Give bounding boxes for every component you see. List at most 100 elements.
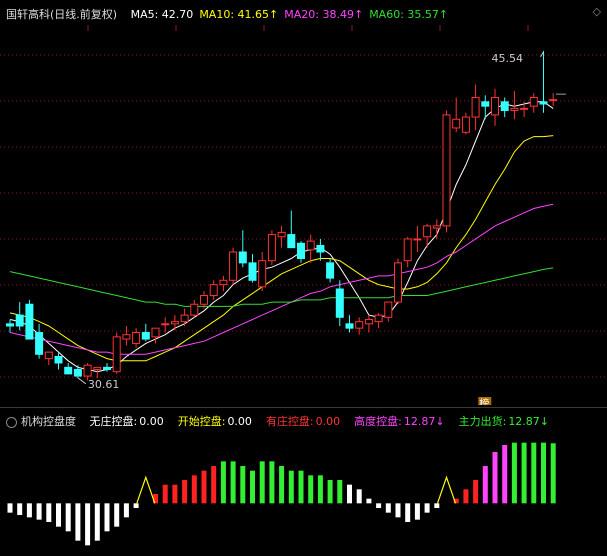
candle xyxy=(394,258,402,305)
indicator-value-1: 开始控盘: 0.00 xyxy=(177,415,252,428)
indicator-toggle-icon[interactable] xyxy=(6,416,17,428)
candle-body xyxy=(529,96,538,107)
indicator-bar xyxy=(405,503,411,522)
candle xyxy=(219,275,228,292)
indicator-bar xyxy=(46,503,52,522)
candle xyxy=(151,327,160,344)
indicator-bar xyxy=(220,461,226,504)
candle-body xyxy=(132,332,141,344)
candle xyxy=(25,299,34,340)
indicator-bar xyxy=(114,503,120,527)
candle xyxy=(539,50,548,113)
candle xyxy=(316,238,325,261)
candle-body xyxy=(122,334,131,340)
indicator-bar xyxy=(356,489,362,504)
indicator-bar xyxy=(511,442,517,504)
indicator-name[interactable]: 机构控盘度 xyxy=(21,415,76,428)
candle xyxy=(403,236,412,268)
indicator-values: 无庄控盘: 0.00 开始控盘: 0.00 有庄控盘: 0.00 高度控盘: 12.87↓ 主力… xyxy=(90,415,564,428)
indicator-bar xyxy=(279,466,285,504)
indicator-bar xyxy=(230,461,236,504)
ma-indicators: MA5: 42.70 MA10: 41.65↑ MA20: 38.49↑ MA60: … xyxy=(131,8,455,21)
candle-body xyxy=(316,244,325,253)
candle xyxy=(461,112,470,135)
candle-body xyxy=(170,321,179,325)
indicator-bar xyxy=(473,480,479,504)
indicator-bar xyxy=(17,503,23,515)
candle xyxy=(364,315,373,333)
candle xyxy=(442,110,451,233)
candle-body xyxy=(112,336,121,373)
indicator-bar xyxy=(482,466,488,504)
indicator-bar xyxy=(424,503,430,513)
candle xyxy=(345,315,354,333)
indicator-bar xyxy=(162,484,168,504)
candlestick-chart[interactable]: 45.54 — 30.61 榜 xyxy=(0,25,607,405)
low-price-label: 30.61 xyxy=(88,378,120,391)
indicator-yellow-marker xyxy=(136,475,156,504)
candle-body xyxy=(539,101,548,105)
candle-body xyxy=(520,107,529,110)
indicator-bar xyxy=(94,503,100,541)
indicator-bar xyxy=(414,503,420,520)
settings-diamond-icon[interactable]: ◇ xyxy=(593,5,601,18)
indicator-bar xyxy=(502,445,508,504)
indicator-bar xyxy=(521,442,527,504)
indicator-bar xyxy=(201,470,207,504)
candle xyxy=(238,230,247,268)
indicator-bar xyxy=(376,503,382,508)
indicator-bar xyxy=(337,480,343,504)
candle xyxy=(44,351,53,366)
indicator-bar xyxy=(269,461,275,504)
indicator-bar xyxy=(317,475,323,504)
candle xyxy=(35,323,44,359)
candle-body xyxy=(461,116,470,133)
indicator-bar xyxy=(366,498,372,504)
candle-body xyxy=(374,314,383,323)
candle-body xyxy=(83,364,92,377)
candle-body xyxy=(364,318,373,325)
last-price-tick: — xyxy=(556,87,567,100)
period-label[interactable]: (日线.前复权) xyxy=(50,8,117,21)
candle-body xyxy=(481,101,490,107)
candle xyxy=(122,326,131,346)
indicator-bar xyxy=(7,503,13,513)
candle-body xyxy=(25,303,34,340)
candle-body xyxy=(345,323,354,329)
candle-body xyxy=(500,101,509,112)
indicator-bar xyxy=(531,442,537,504)
candle-body xyxy=(209,284,218,297)
indicator-bar xyxy=(104,503,110,532)
candle xyxy=(248,254,257,283)
indicator-bar xyxy=(240,466,246,504)
indicator-bar xyxy=(123,503,129,518)
indicator-bar xyxy=(36,503,42,520)
indicator-chart[interactable] xyxy=(0,432,607,556)
candle-body xyxy=(403,238,412,262)
candle xyxy=(229,247,238,285)
indicator-value-2: 有庄控盘: 0.00 xyxy=(265,415,341,428)
candle-body xyxy=(35,332,44,355)
candle xyxy=(141,323,150,342)
candle xyxy=(15,302,24,331)
candle-body xyxy=(413,238,422,241)
candle-body xyxy=(432,225,441,229)
indicator-bar xyxy=(385,503,391,513)
candle xyxy=(209,280,218,300)
candle-body xyxy=(54,355,63,364)
candle-body xyxy=(326,262,335,279)
panel-divider xyxy=(0,407,607,408)
candle-body xyxy=(471,96,480,118)
indicator-bar xyxy=(75,503,81,541)
indicator-bar xyxy=(492,452,498,504)
indicator-bar xyxy=(26,503,32,518)
indicator-bar xyxy=(434,503,440,508)
indicator-bar xyxy=(211,466,217,504)
candle-body xyxy=(306,240,315,251)
candle-body xyxy=(6,323,14,327)
candle xyxy=(471,84,480,131)
candle-body xyxy=(44,351,53,360)
candle xyxy=(287,210,296,249)
candle-body xyxy=(200,295,208,305)
stock-title[interactable]: 国轩高科 xyxy=(6,8,50,21)
